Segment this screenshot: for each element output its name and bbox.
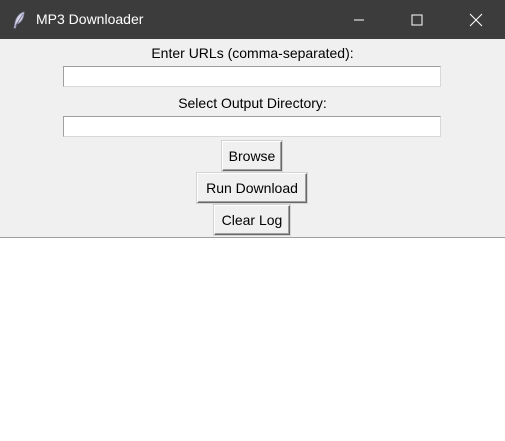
clear-log-button[interactable]: Clear Log <box>214 205 290 235</box>
close-button[interactable] <box>447 0 505 39</box>
minimize-icon <box>353 14 365 26</box>
output-directory-label: Select Output Directory: <box>178 95 327 111</box>
window-title: MP3 Downloader <box>36 11 144 27</box>
maximize-button[interactable] <box>388 0 446 39</box>
title-bar[interactable]: MP3 Downloader <box>0 0 505 39</box>
urls-input[interactable] <box>63 66 441 87</box>
log-output[interactable] <box>0 237 505 441</box>
feather-icon <box>11 11 27 29</box>
app-window: MP3 Downloader Enter URLs (comma-separat… <box>0 0 505 441</box>
run-download-button[interactable]: Run Download <box>197 173 307 203</box>
maximize-icon <box>411 14 423 26</box>
minimize-button[interactable] <box>330 0 388 39</box>
output-directory-input[interactable] <box>63 116 441 137</box>
browse-button[interactable]: Browse <box>222 141 282 171</box>
close-icon <box>469 13 483 27</box>
urls-label: Enter URLs (comma-separated): <box>151 45 354 61</box>
